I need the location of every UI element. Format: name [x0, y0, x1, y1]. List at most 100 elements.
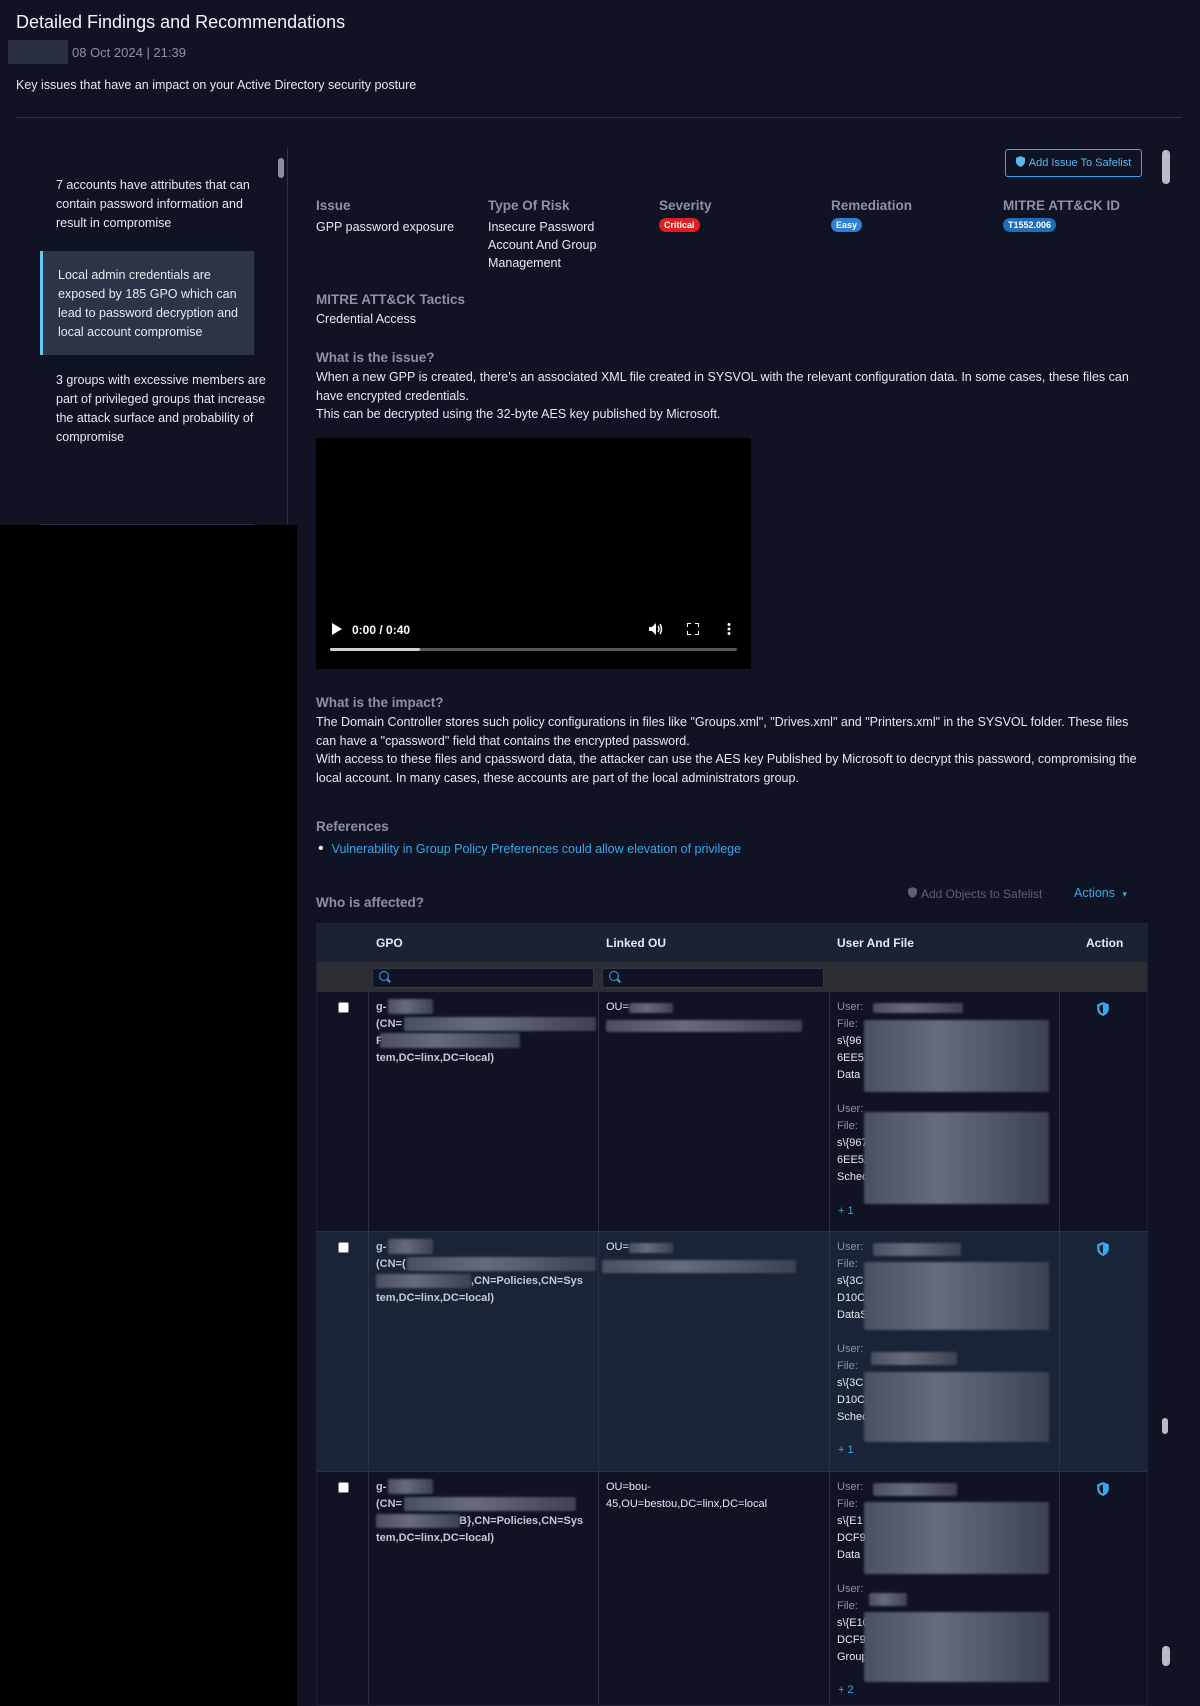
cell-divider: [1059, 992, 1060, 1231]
table-scrollbar[interactable]: [1162, 1418, 1168, 1434]
add-issue-to-safelist-button[interactable]: Add Issue To Safelist: [1005, 149, 1142, 177]
redacted-value: [864, 1372, 1049, 1442]
more-items-link[interactable]: + 2: [838, 1684, 854, 1696]
cell-divider: [1059, 1232, 1060, 1471]
cell-divider: [368, 1232, 369, 1471]
table-row[interactable]: g- (CN= B},CN=Policies,CN=Sys tem,DC=lin…: [317, 1472, 1147, 1705]
cell-divider: [368, 1472, 369, 1705]
play-icon[interactable]: [332, 622, 342, 638]
redacted-value: [873, 1483, 957, 1496]
table-scrollbar-bottom[interactable]: [1162, 1646, 1170, 1666]
file-path: D10C: [837, 1394, 866, 1406]
user-label: User:: [837, 1241, 864, 1253]
redacted-value: [606, 1020, 802, 1032]
cell-divider: [829, 1472, 830, 1705]
header-divider: [16, 117, 1182, 118]
cell-divider: [368, 992, 369, 1231]
report-timestamp: 08 Oct 2024 | 21:39: [72, 44, 186, 60]
add-issue-label: Add Issue To Safelist: [1028, 157, 1132, 169]
safelist-shield-icon[interactable]: [1096, 1002, 1110, 1016]
redacted-value: [864, 1112, 1049, 1204]
caret-down-icon: ▾: [1122, 889, 1128, 899]
linked-ou-cell: OU=bou- 45,OU=bestou,DC=linx,DC=local: [606, 1479, 767, 1513]
issue-description-p1: When a new GPP is created, there's an as…: [316, 370, 1129, 403]
content-scrollbar[interactable]: [1162, 150, 1170, 184]
cell-divider: [598, 992, 599, 1231]
table-row[interactable]: g- (CN=( ,CN=Policies,CN=Sys tem,DC=linx…: [317, 1232, 1147, 1472]
linked-ou-cell: OU=: [606, 999, 629, 1016]
video-player[interactable]: 0:00 / 0:40: [316, 438, 751, 669]
user-label: User:: [837, 1001, 864, 1013]
table-row[interactable]: g- (CN= F},CN=Policies,CN=Sys tem,DC=lin…: [317, 992, 1147, 1232]
mitre-tactics-section: MITRE ATT&CK Tactics Credential Access: [316, 292, 1146, 329]
search-icon: [609, 971, 619, 981]
reference-link[interactable]: Vulnerability in Group Policy Preference…: [332, 842, 741, 856]
impact-section: What is the impact? The Domain Controlle…: [316, 695, 1146, 787]
cell-divider: [598, 1472, 599, 1705]
safelist-shield-icon[interactable]: [1096, 1482, 1110, 1496]
redacted-value: [629, 1003, 673, 1013]
user-file-cell: User: File: s\{3C D10C DataS User: File:…: [837, 1239, 868, 1426]
risk-column: Type Of Risk Insecure Password Account A…: [488, 198, 633, 272]
remediation-badge: Easy: [831, 218, 863, 232]
column-header-user-file[interactable]: User And File: [837, 936, 914, 950]
gpo-dn-part: tem,DC=linx,DC=local): [376, 1052, 494, 1064]
cell-divider: [598, 1232, 599, 1471]
file-path: s\{3C: [837, 1377, 864, 1389]
column-header-linked-ou[interactable]: Linked OU: [606, 936, 666, 950]
affected-title: Who is affected?: [316, 895, 425, 910]
affected-table: GPO Linked OU User And File Action g- (C…: [316, 923, 1148, 1706]
more-items-link[interactable]: + 1: [838, 1205, 854, 1217]
row-checkbox[interactable]: [338, 1242, 349, 1253]
more-items-link[interactable]: + 1: [838, 1444, 854, 1456]
sidebar-item-excessive-groups[interactable]: 3 groups with excessive members are part…: [16, 355, 287, 455]
mitre-id-label: MITRE ATT&CK ID: [1003, 198, 1120, 213]
sidebar-item-password-attributes[interactable]: 7 accounts have attributes that can cont…: [16, 148, 287, 251]
references-section: References Vulnerability in Group Policy…: [316, 819, 1146, 858]
user-label: User:: [837, 1343, 864, 1355]
page-subtitle: Key issues that have an impact on your A…: [16, 78, 417, 92]
file-label: File:: [837, 1258, 858, 1270]
impact-title: What is the impact?: [316, 695, 444, 710]
file-path: s\{3C: [837, 1275, 864, 1287]
row-checkbox[interactable]: [338, 1002, 349, 1013]
reference-item: Vulnerability in Group Policy Preference…: [316, 840, 1146, 858]
linked-ou-value: OU=: [606, 1001, 629, 1013]
redacted-owner: [8, 40, 68, 64]
add-objects-to-safelist-button[interactable]: Add Objects to Safelist: [908, 887, 1042, 901]
volume-icon[interactable]: [649, 622, 663, 638]
references-title: References: [316, 819, 389, 834]
page-title: Detailed Findings and Recommendations: [16, 12, 346, 32]
mitre-id-badge: T1552.006: [1003, 218, 1057, 232]
file-label: File:: [837, 1360, 858, 1372]
redacted-value: [388, 1479, 433, 1494]
video-progress-bar[interactable]: [330, 648, 737, 651]
column-header-action: Action: [1086, 936, 1124, 950]
sidebar-item-local-admin-gpo[interactable]: Local admin credentials are exposed by 1…: [40, 251, 254, 355]
redacted-value: [864, 1262, 1049, 1330]
shield-icon: [1015, 156, 1025, 170]
issue-description-p2: This can be decrypted using the 32-byte …: [316, 407, 721, 421]
column-header-gpo[interactable]: GPO: [376, 936, 403, 950]
redacted-value: [404, 1017, 596, 1031]
file-path: Schec: [837, 1411, 868, 1423]
report-header: Detailed Findings and Recommendations 08…: [8, 12, 1182, 92]
safelist-shield-icon[interactable]: [1096, 1242, 1110, 1256]
filter-row: [317, 962, 1147, 992]
redacted-value: [629, 1243, 673, 1253]
video-progress-fill: [330, 648, 420, 651]
fullscreen-icon[interactable]: [686, 621, 700, 638]
gpo-dn-part: tem,DC=linx,DC=local): [376, 1532, 494, 1544]
cell-divider: [829, 992, 830, 1231]
user-label: User:: [837, 1583, 864, 1595]
linked-ou-filter-input[interactable]: [602, 968, 824, 988]
actions-dropdown[interactable]: Actions ▾: [1074, 886, 1127, 900]
linked-ou-value: 45,OU=bestou,DC=linx,DC=local: [606, 1498, 768, 1510]
sidebar-scrollbar[interactable]: [278, 158, 284, 178]
more-options-icon[interactable]: [727, 622, 731, 638]
remediation-label: Remediation: [831, 198, 913, 213]
redacted-value: [380, 1033, 520, 1048]
gpo-filter-input[interactable]: [372, 968, 594, 988]
row-checkbox[interactable]: [338, 1482, 349, 1493]
severity-badge: Critical: [659, 218, 700, 232]
